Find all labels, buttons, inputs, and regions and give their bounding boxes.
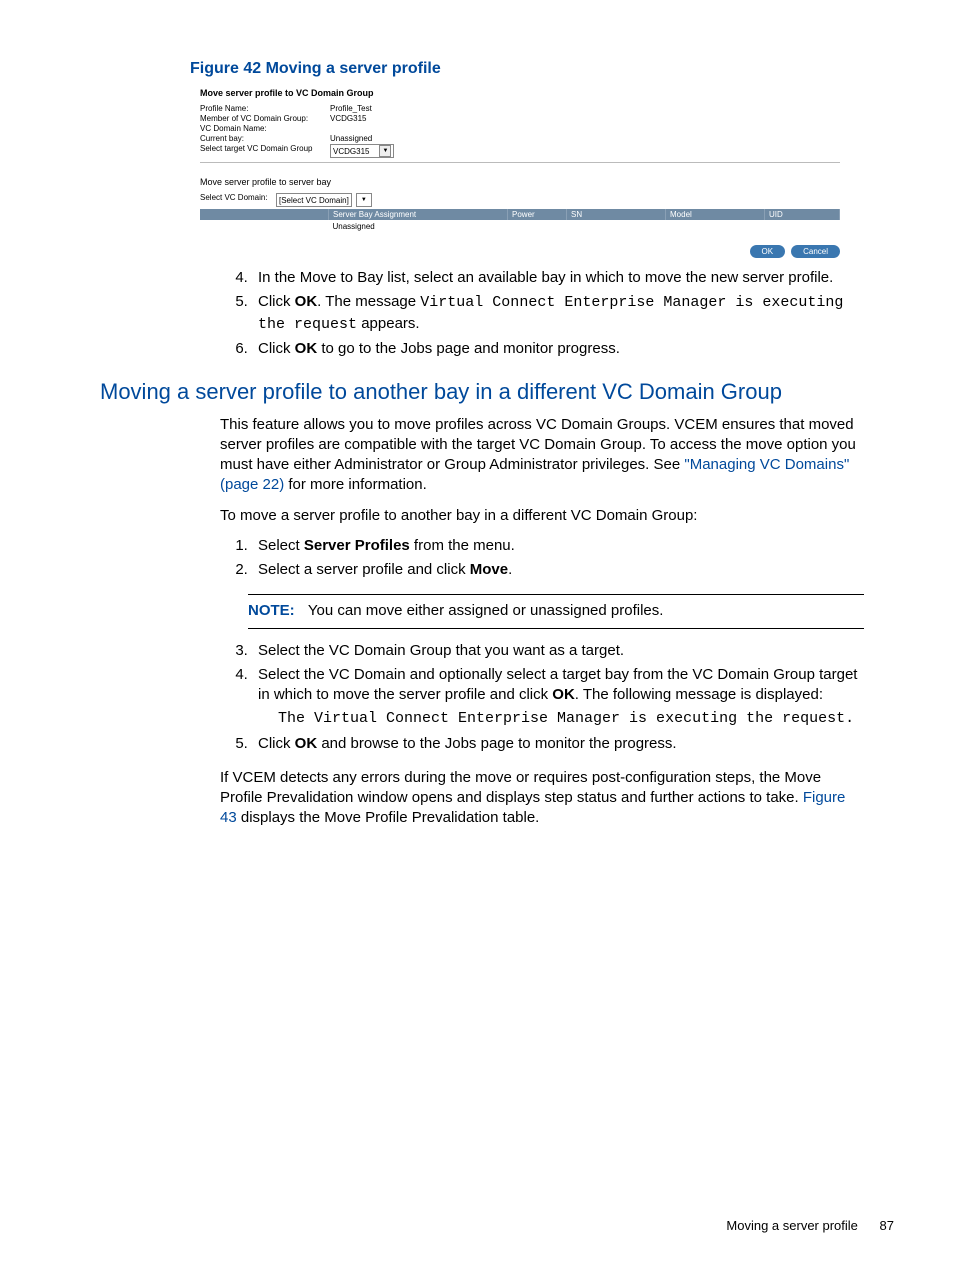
ok-button[interactable]: OK — [750, 245, 786, 258]
t: OK — [552, 686, 575, 703]
ss-currentbay-value: Unassigned — [330, 134, 372, 143]
t: . The message — [317, 293, 420, 310]
t: If VCEM detects any errors during the mo… — [220, 769, 821, 806]
table-row: Unassigned — [200, 220, 840, 233]
ss-select-target-dropdown[interactable]: VCDG315 ▼ — [330, 144, 394, 158]
t: . — [508, 561, 512, 578]
steps-list-a: In the Move to Bay list, select an avail… — [160, 268, 864, 359]
ss-select-vc-arrow[interactable]: ▼ — [356, 193, 372, 207]
t: Select — [258, 537, 304, 554]
step-6: Click OK to go to the Jobs page and moni… — [252, 339, 864, 359]
steps-list-c: Select the VC Domain Group that you want… — [160, 641, 864, 754]
ss-table: Server Bay Assignment Power SN Model UID… — [200, 209, 840, 233]
page-number: 87 — [880, 1218, 894, 1233]
col-power: Power — [508, 209, 567, 220]
ss-profile-name-label: Profile Name: — [200, 104, 330, 113]
note-text: You can move either assigned or unassign… — [308, 602, 664, 619]
t: Click — [258, 293, 295, 310]
section-heading: Moving a server profile to another bay i… — [100, 377, 864, 407]
intro-para-1: This feature allows you to move profiles… — [220, 415, 864, 496]
t: appears. — [357, 315, 420, 332]
ss-select-target-value: VCDG315 — [333, 147, 369, 156]
col-sn: SN — [567, 209, 666, 220]
t: OK — [295, 735, 318, 752]
table-header-row: Server Bay Assignment Power SN Model UID — [200, 209, 840, 220]
ss-currentbay-label: Current bay: — [200, 134, 330, 143]
ss-section2-title: Move server profile to server bay — [200, 177, 840, 187]
ss-member-label: Member of VC Domain Group: — [200, 114, 330, 123]
t: displays the Move Profile Prevalidation … — [237, 809, 540, 826]
t: Move — [470, 561, 508, 578]
t: from the menu. — [410, 537, 515, 554]
ss-profile-name-value: Profile_Test — [330, 104, 372, 113]
ss-vcdomain-label: VC Domain Name: — [200, 124, 330, 133]
exec-message: The Virtual Connect Enterprise Manager i… — [278, 709, 864, 729]
t: for more information. — [284, 476, 427, 493]
ss-select-vc-dropdown[interactable]: [Select VC Domain] — [276, 193, 352, 207]
step-c4: Select the VC Domain and optionally sele… — [252, 665, 864, 730]
t: Server Profiles — [304, 537, 410, 554]
t: and browse to the Jobs page to monitor t… — [317, 735, 676, 752]
t: Select a server profile and click — [258, 561, 470, 578]
cancel-button[interactable]: Cancel — [791, 245, 840, 258]
page-footer: Moving a server profile 87 — [726, 1218, 894, 1233]
t: to go to the Jobs page and monitor progr… — [317, 340, 620, 357]
chevron-down-icon: ▼ — [379, 145, 391, 157]
t: OK — [295, 340, 318, 357]
step-b1: Select Server Profiles from the menu. — [252, 536, 864, 556]
step-c3: Select the VC Domain Group that you want… — [252, 641, 864, 661]
figure-screenshot: Move server profile to VC Domain Group P… — [200, 88, 840, 258]
ss-select-target-label: Select target VC Domain Group — [200, 144, 330, 158]
col-model: Model — [666, 209, 765, 220]
ss-section1-title: Move server profile to VC Domain Group — [200, 88, 840, 98]
col-uid: UID — [765, 209, 840, 220]
closing-para: If VCEM detects any errors during the mo… — [220, 768, 864, 829]
t: . The following message is displayed: — [575, 686, 823, 703]
t: OK — [295, 293, 318, 310]
note-box: NOTE: You can move either assigned or un… — [248, 594, 864, 628]
ss-member-value: VCDG315 — [330, 114, 366, 123]
t: Click — [258, 735, 295, 752]
step-4: In the Move to Bay list, select an avail… — [252, 268, 864, 288]
row-assignment-value: Unassigned — [329, 220, 508, 233]
intro-para-2: To move a server profile to another bay … — [220, 506, 864, 526]
steps-list-b: Select Server Profiles from the menu. Se… — [160, 536, 864, 581]
step-5: Click OK. The message Virtual Connect En… — [252, 292, 864, 335]
figure-caption: Figure 42 Moving a server profile — [190, 60, 894, 78]
col-blank — [200, 209, 329, 220]
col-assignment: Server Bay Assignment — [329, 209, 508, 220]
ss-select-vc-value: [Select VC Domain] — [279, 196, 349, 205]
chevron-down-icon: ▼ — [359, 195, 369, 205]
footer-text: Moving a server profile — [726, 1218, 858, 1233]
note-label: NOTE: — [248, 601, 304, 621]
step-b2: Select a server profile and click Move. — [252, 560, 864, 580]
t: Click — [258, 340, 295, 357]
ss-select-vc-label: Select VC Domain: — [200, 193, 276, 207]
step-c5: Click OK and browse to the Jobs page to … — [252, 734, 864, 754]
